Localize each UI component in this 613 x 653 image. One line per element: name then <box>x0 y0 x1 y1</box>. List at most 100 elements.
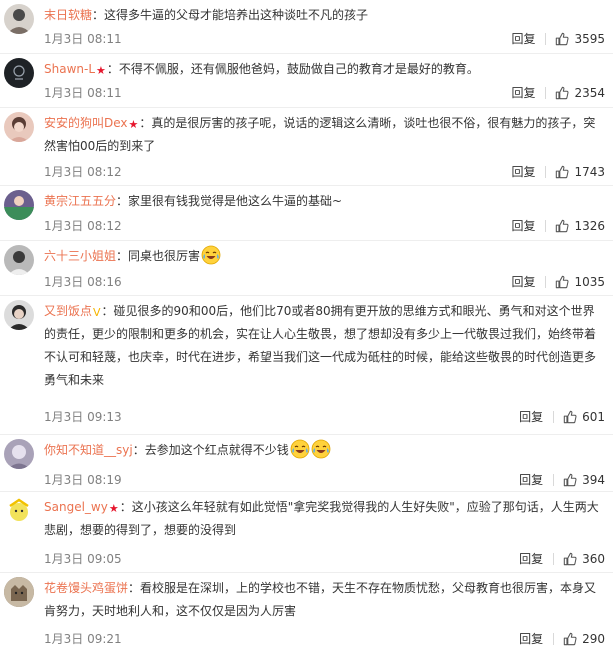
comment-text: ：同桌也很厉害 <box>116 249 201 263</box>
comment-item: 黄宗江五五分：家里很有钱我觉得是他这么牛逼的基础~ 1月3日 08:12 回复 … <box>0 186 613 241</box>
like-button[interactable]: 1326 <box>555 216 605 236</box>
username-link[interactable]: 又到饭点 <box>44 304 92 318</box>
like-count: 1326 <box>574 219 605 233</box>
like-button[interactable]: 1743 <box>555 162 605 182</box>
comment-meta: 1月3日 08:12 回复 1326 <box>44 216 605 236</box>
thumbs-up-icon <box>563 632 577 646</box>
like-button[interactable]: 290 <box>563 629 605 649</box>
reply-button[interactable]: 回复 <box>511 162 535 182</box>
comment-meta: 1月3日 08:11 回复 3595 <box>44 29 605 49</box>
vip-badge-icon: V <box>93 306 101 319</box>
thumbs-up-icon <box>563 410 577 424</box>
thumbs-up-icon <box>563 473 577 487</box>
username-link[interactable]: Sangel_wy <box>44 500 108 514</box>
comment-meta: 1月3日 08:16 回复 1035 <box>44 272 605 292</box>
username-link[interactable]: 末日软糖 <box>44 8 92 22</box>
verified-star-icon: ★ <box>128 118 139 131</box>
comment-text: ：这得多牛逼的父母才能培养出这种谈吐不凡的孩子 <box>92 8 369 22</box>
timestamp: 1月3日 08:16 <box>44 275 122 289</box>
divider <box>553 633 555 645</box>
comment-actions: 回复 290 <box>519 629 605 649</box>
username-link[interactable]: 安安的狗叫Dex <box>44 116 128 130</box>
divider <box>553 474 555 486</box>
comment-item: 末日软糖：这得多牛逼的父母才能培养出这种谈吐不凡的孩子 1月3日 08:11 回… <box>0 0 613 54</box>
comment-actions: 回复 1035 <box>511 272 605 292</box>
comment-list: 末日软糖：这得多牛逼的父母才能培养出这种谈吐不凡的孩子 1月3日 08:11 回… <box>0 0 613 653</box>
crying-laughing-emoji-icon <box>201 245 221 265</box>
avatar[interactable] <box>4 300 34 330</box>
username-link[interactable]: 你知不知道__syj <box>44 443 133 457</box>
comment-item: 你知不知道__syj：去参加这个红点就得不少钱 1月3日 08:19 回复 39… <box>0 435 613 492</box>
avatar[interactable] <box>4 4 34 34</box>
comment-text: ：碰见很多的90和00后，他们比70或者80拥有更开放的思维方式和眼光、勇气和对… <box>44 304 597 387</box>
like-button[interactable]: 360 <box>563 549 605 569</box>
verified-star-icon: ★ <box>108 502 119 515</box>
reply-button[interactable]: 回复 <box>511 272 535 292</box>
comment-text: ：不得不佩服，还有佩服他爸妈，鼓励做自己的教育才是最好的教育。 <box>106 62 479 76</box>
avatar[interactable] <box>4 245 34 275</box>
reply-button[interactable]: 回复 <box>519 407 543 427</box>
reply-button[interactable]: 回复 <box>511 216 535 236</box>
username-link[interactable]: 花卷馒头鸡蛋饼 <box>44 581 128 595</box>
divider <box>553 553 555 565</box>
crying-laughing-emoji-icon <box>311 439 331 459</box>
comment-meta: 1月3日 09:05 回复 360 <box>44 549 605 569</box>
timestamp: 1月3日 09:05 <box>44 552 122 566</box>
timestamp: 1月3日 08:12 <box>44 219 122 233</box>
timestamp: 1月3日 08:12 <box>44 165 122 179</box>
avatar[interactable] <box>4 190 34 220</box>
comment-body: 黄宗江五五分：家里很有钱我觉得是他这么牛逼的基础~ <box>44 190 605 213</box>
like-button[interactable]: 1035 <box>555 272 605 292</box>
thumbs-up-icon <box>556 219 569 233</box>
like-button[interactable]: 394 <box>563 470 605 490</box>
comment-actions: 回复 2354 <box>511 83 605 103</box>
like-count: 3595 <box>574 32 605 46</box>
username-link[interactable]: Shawn-L <box>44 62 95 76</box>
like-count: 2354 <box>574 86 605 100</box>
verified-star-icon: ★ <box>96 64 106 77</box>
like-button[interactable]: 601 <box>563 407 605 427</box>
comment-body: 六十三小姐姐：同桌也很厉害 <box>44 245 605 268</box>
thumbs-up-icon <box>556 275 569 289</box>
comment-item: Sangel_wy★：这小孩这么年轻就有如此觉悟"拿完奖我觉得我的人生好失败"，… <box>0 492 613 573</box>
like-count: 1743 <box>574 165 605 179</box>
divider <box>545 220 547 232</box>
reply-button[interactable]: 回复 <box>519 470 543 490</box>
comment-text: ：家里很有钱我觉得是他这么牛逼的基础~ <box>116 194 343 208</box>
thumbs-up-icon <box>556 86 569 100</box>
comment-meta: 1月3日 08:12 回复 1743 <box>44 162 605 182</box>
reply-button[interactable]: 回复 <box>511 83 535 103</box>
avatar[interactable] <box>4 496 34 526</box>
divider <box>545 166 547 178</box>
comment-actions: 回复 1743 <box>511 162 605 182</box>
like-count: 394 <box>582 473 605 487</box>
divider <box>545 87 547 99</box>
crying-laughing-emoji-icon <box>290 439 310 459</box>
reply-button[interactable]: 回复 <box>511 29 535 49</box>
like-count: 1035 <box>574 275 605 289</box>
comment-actions: 回复 1326 <box>511 216 605 236</box>
comment-actions: 回复 601 <box>519 407 605 427</box>
comment-actions: 回复 360 <box>519 549 605 569</box>
comment-item: 六十三小姐姐：同桌也很厉害 1月3日 08:16 回复 1035 <box>0 241 613 296</box>
like-count: 601 <box>582 410 605 424</box>
avatar[interactable] <box>4 439 34 469</box>
reply-button[interactable]: 回复 <box>519 549 543 569</box>
timestamp: 1月3日 08:19 <box>44 473 122 487</box>
comment-meta: 1月3日 09:13 回复 601 <box>44 407 605 427</box>
username-link[interactable]: 六十三小姐姐 <box>44 249 116 263</box>
avatar[interactable] <box>4 577 34 607</box>
like-button[interactable]: 3595 <box>555 29 605 49</box>
avatar[interactable] <box>4 58 34 88</box>
thumbs-up-icon <box>556 32 569 46</box>
comment-actions: 回复 3595 <box>511 29 605 49</box>
like-button[interactable]: 2354 <box>555 83 605 103</box>
divider <box>545 276 547 288</box>
comment-body: Shawn-L★：不得不佩服，还有佩服他爸妈，鼓励做自己的教育才是最好的教育。 <box>44 58 605 81</box>
comment-body: 末日软糖：这得多牛逼的父母才能培养出这种谈吐不凡的孩子 <box>44 4 605 27</box>
username-link[interactable]: 黄宗江五五分 <box>44 194 116 208</box>
avatar[interactable] <box>4 112 34 142</box>
comment-meta: 1月3日 08:11 回复 2354 <box>44 83 605 103</box>
reply-button[interactable]: 回复 <box>519 629 543 649</box>
comment-body: 又到饭点V：碰见很多的90和00后，他们比70或者80拥有更开放的思维方式和眼光… <box>44 300 605 392</box>
